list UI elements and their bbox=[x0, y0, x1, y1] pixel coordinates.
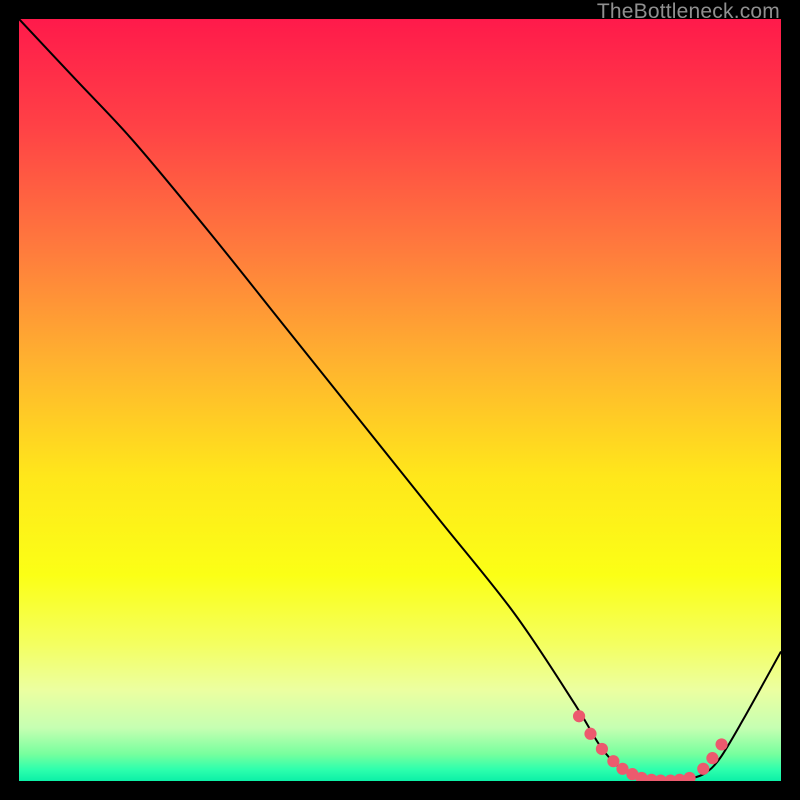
marker-dot bbox=[573, 710, 585, 722]
chart-frame bbox=[19, 19, 781, 781]
marker-dot bbox=[596, 743, 608, 755]
marker-dot bbox=[584, 728, 596, 740]
bottleneck-chart bbox=[19, 19, 781, 781]
gradient-background bbox=[19, 19, 781, 781]
marker-dot bbox=[706, 752, 718, 764]
watermark-text: TheBottleneck.com bbox=[597, 0, 780, 24]
marker-dot bbox=[715, 738, 727, 750]
marker-dot bbox=[697, 763, 709, 775]
